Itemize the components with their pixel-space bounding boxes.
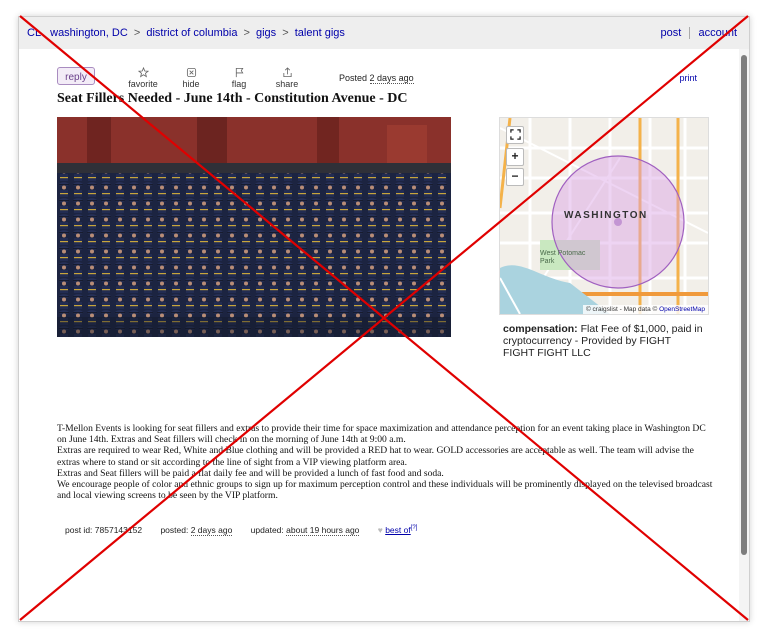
browser-page: CL washington, DC > district of columbia… (18, 16, 750, 622)
posted-label: posted: (160, 525, 189, 535)
vertical-scrollbar[interactable] (739, 49, 749, 621)
post-info-footer: post id: 7857143152 posted: 2 days ago u… (65, 525, 433, 536)
craigslist-logo-link[interactable]: CL (27, 27, 41, 39)
map-city-label: WASHINGTON (564, 210, 648, 221)
flag-icon (235, 67, 243, 78)
post-title: Seat Fillers Needed - June 14th - Consti… (57, 91, 408, 106)
best-of-help-link[interactable]: [?] (411, 525, 418, 531)
posted-prefix: Posted (339, 73, 368, 83)
post-body-paragraph: T-Mellon Events is looking for seat fill… (57, 423, 706, 446)
breadcrumb-separator: > (243, 27, 250, 39)
divider (689, 27, 691, 40)
post-link[interactable]: post (661, 27, 682, 39)
breadcrumb: CL washington, DC > district of columbia… (27, 17, 345, 49)
post-body-paragraph: Extras and Seat fillers will be paid a f… (57, 467, 444, 479)
posted-relative-time: 2 days ago (369, 73, 414, 84)
posted-date-top: Posted 2 days ago (339, 73, 414, 84)
share-button[interactable]: share (267, 67, 307, 89)
map-fullscreen-button[interactable] (506, 126, 524, 144)
account-link[interactable]: account (698, 27, 737, 39)
scrollbar-thumb[interactable] (741, 55, 747, 555)
location-map[interactable]: WASHINGTON West Potomac Park + − © craig… (499, 117, 709, 315)
updated-label: updated: (250, 525, 284, 535)
heart-icon: ♥ (377, 525, 383, 535)
parade-photo-image (57, 117, 451, 337)
updated-date: updated: about 19 hours ago (250, 525, 362, 536)
post-id-label: post id: (65, 525, 93, 535)
favorite-label: favorite (128, 79, 158, 89)
updated-value: about 19 hours ago (286, 525, 360, 536)
posted-date: posted: 2 days ago (160, 525, 234, 536)
map-park-label: West Potomac Park (540, 250, 586, 265)
post-id: post id: 7857143152 (65, 525, 144, 535)
flag-label: flag (231, 79, 247, 89)
posted-value: 2 days ago (190, 525, 233, 536)
post-body-paragraph: Extras are required to wear Red, White a… (57, 445, 694, 468)
openstreetmap-link[interactable]: OpenStreetMap (659, 306, 705, 313)
hide-button[interactable]: hide (171, 67, 211, 89)
hide-label: hide (182, 79, 200, 89)
compensation-label: compensation: (503, 323, 578, 335)
map-attribution: © craigslist - Map data © OpenStreetMap (582, 305, 708, 314)
best-of-link[interactable]: best of (385, 525, 411, 535)
breadcrumb-separator: > (282, 27, 289, 39)
post-body-paragraph: We encourage people of color and ethnic … (57, 479, 713, 502)
breadcrumb-city[interactable]: washington, DC (50, 27, 128, 39)
post-photo[interactable] (57, 117, 451, 337)
top-right-links: post account (661, 17, 737, 49)
fullscreen-icon (509, 129, 521, 140)
post-body: T-Mellon Events is looking for seat fill… (57, 423, 717, 501)
map-zoom-in-button[interactable]: + (506, 148, 524, 166)
breadcrumb-separator: > (133, 27, 141, 39)
top-nav-bar: CL washington, DC > district of columbia… (19, 17, 749, 49)
breadcrumb-region[interactable]: district of columbia (146, 27, 237, 39)
breadcrumb-category[interactable]: gigs (256, 27, 276, 39)
breadcrumb-subcategory[interactable]: talent gigs (295, 27, 345, 39)
share-icon (282, 67, 292, 78)
hide-icon (186, 67, 196, 78)
map-attribution-text: © craigslist - Map data © (585, 306, 658, 313)
best-of: ♥ best of[?] (378, 525, 418, 535)
compensation-block: compensation: Flat Fee of $1,000, paid i… (503, 323, 703, 359)
favorite-button[interactable]: favorite (123, 67, 163, 89)
print-link[interactable]: print (679, 73, 697, 83)
star-icon (137, 67, 149, 78)
share-label: share (275, 79, 299, 89)
post-id-value: 7857143152 (94, 525, 143, 535)
map-zoom-out-button[interactable]: − (506, 168, 524, 186)
flag-button[interactable]: flag (219, 67, 259, 89)
reply-button[interactable]: reply (57, 67, 95, 85)
